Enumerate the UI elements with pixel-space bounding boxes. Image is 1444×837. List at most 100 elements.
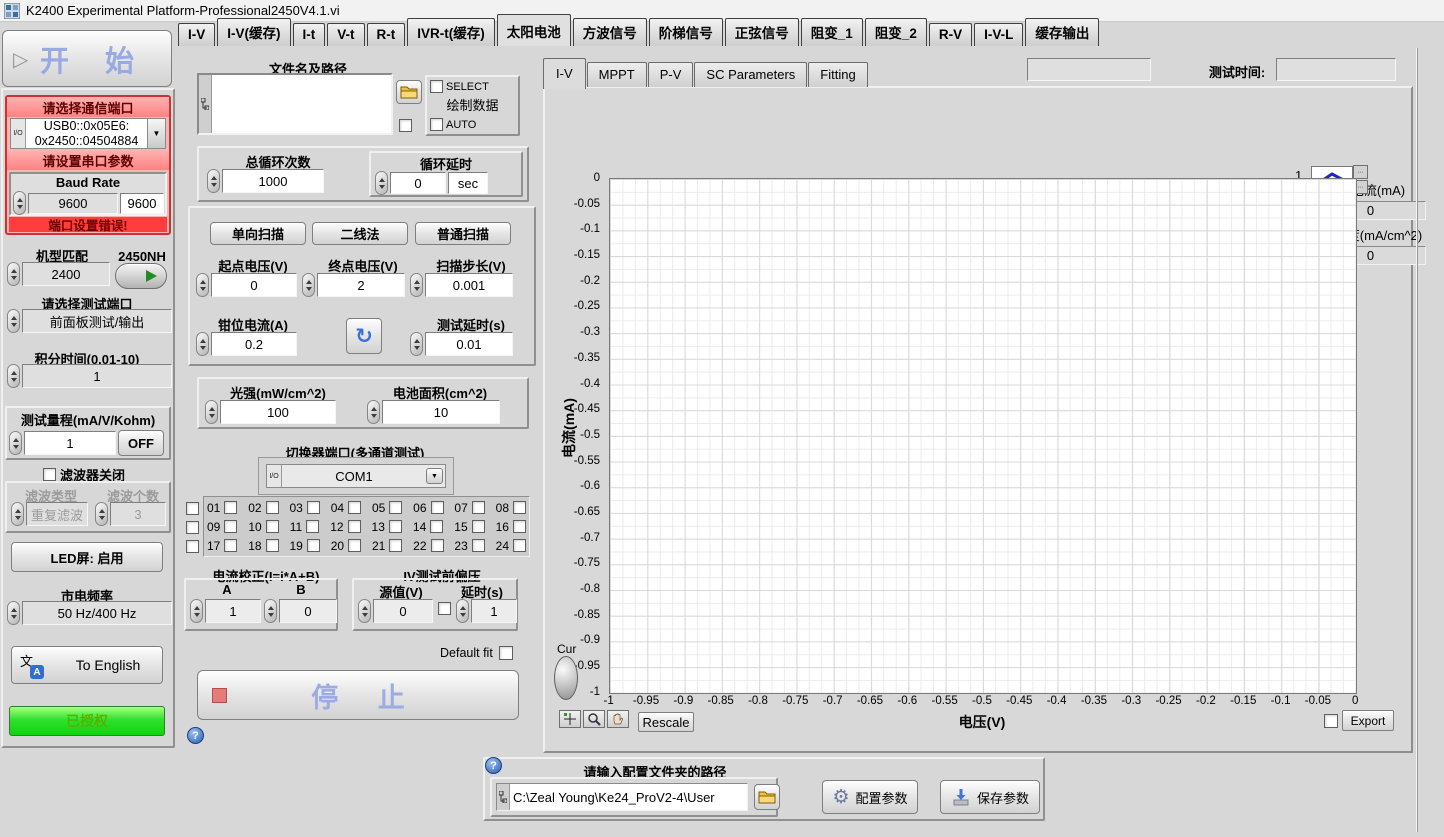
channel-checkbox[interactable] xyxy=(307,539,320,552)
channel-checkbox[interactable] xyxy=(307,501,320,514)
channel-checkbox[interactable] xyxy=(431,539,444,552)
main-tab[interactable]: 方波信号 xyxy=(573,18,647,46)
file-option-checkbox[interactable] xyxy=(399,119,412,132)
pan-tool-icon[interactable] xyxy=(607,710,629,728)
corr-b-spinner[interactable] xyxy=(264,599,277,623)
corr-a-value[interactable]: 1 xyxy=(205,599,261,623)
switcher-port-dropdown[interactable]: I/O COM1 ▼ xyxy=(266,464,446,488)
range-off-button[interactable]: OFF xyxy=(118,430,164,456)
plot-area[interactable] xyxy=(609,178,1357,694)
test-port-spinner[interactable] xyxy=(7,309,20,333)
channel-checkbox[interactable] xyxy=(431,501,444,514)
file-browse-button[interactable] xyxy=(396,80,422,104)
channel-checkbox[interactable] xyxy=(513,501,526,514)
integration-value[interactable]: 1 xyxy=(22,364,172,388)
main-tab[interactable]: I-t xyxy=(293,23,326,46)
zoom-tool-icon[interactable] xyxy=(583,710,605,728)
visa-resource-dropdown[interactable]: I/O USB0::0x05E6: 0x2450::04504884 ▼ xyxy=(10,118,166,149)
corr-a-spinner[interactable] xyxy=(190,599,203,623)
loop-count-value[interactable]: 1000 xyxy=(222,169,324,193)
channel-checkbox[interactable] xyxy=(224,501,237,514)
channel-row2-checkbox[interactable] xyxy=(186,521,199,534)
bias-source-value[interactable]: 0 xyxy=(373,599,433,623)
end-voltage-spinner[interactable] xyxy=(302,273,315,297)
stop-button[interactable]: 停 止 xyxy=(197,670,519,720)
help-icon[interactable]: ? xyxy=(187,727,204,744)
channel-checkbox[interactable] xyxy=(513,539,526,552)
config-path-browse-button[interactable] xyxy=(754,784,780,810)
refresh-button[interactable]: ↻ xyxy=(346,318,382,354)
loop-delay-spinner[interactable] xyxy=(375,171,388,195)
clamp-current-spinner[interactable] xyxy=(196,332,209,356)
translate-button[interactable]: 文 A To English xyxy=(11,646,163,684)
footer-help-icon[interactable]: ? xyxy=(485,757,502,774)
scan-unidirectional-button[interactable]: 单向扫描 xyxy=(210,222,306,245)
main-tab[interactable]: R-t xyxy=(367,23,406,46)
channel-checkbox[interactable] xyxy=(472,501,485,514)
channel-checkbox[interactable] xyxy=(266,520,279,533)
channel-checkbox[interactable] xyxy=(389,520,402,533)
draw-data-button[interactable]: 绘制数据 xyxy=(427,95,518,114)
test-delay-value[interactable]: 0.01 xyxy=(425,332,513,356)
cell-area-value[interactable]: 10 xyxy=(382,400,500,424)
channel-checkbox[interactable] xyxy=(472,539,485,552)
loop-delay-value[interactable]: 0 xyxy=(390,172,446,194)
step-value[interactable]: 0.001 xyxy=(425,273,513,297)
main-tab[interactable]: R-V xyxy=(929,23,972,46)
default-fit-checkbox[interactable] xyxy=(499,646,513,660)
results-tab[interactable]: P-V xyxy=(648,62,694,87)
integration-spinner[interactable] xyxy=(7,364,20,388)
save-params-button[interactable]: 保存参数 xyxy=(940,780,1040,814)
channel-row3-checkbox[interactable] xyxy=(186,540,199,553)
start-button[interactable]: ▷ 开 始 xyxy=(2,30,172,87)
test-delay-spinner[interactable] xyxy=(410,332,423,356)
channel-checkbox[interactable] xyxy=(348,520,361,533)
clamp-current-value[interactable]: 0.2 xyxy=(211,332,297,356)
main-tab[interactable]: 阻变_2 xyxy=(865,18,927,46)
file-path-input[interactable] xyxy=(197,73,393,135)
loop-count-spinner[interactable] xyxy=(207,169,220,193)
channel-checkbox[interactable] xyxy=(224,520,237,533)
bias-delay-value[interactable]: 1 xyxy=(471,599,517,623)
config-path-input[interactable]: C:\Zeal Young\Ke24_ProV2-4\User xyxy=(496,783,748,811)
main-tab[interactable]: 太阳电池 xyxy=(497,14,571,46)
results-tab[interactable]: MPPT xyxy=(587,62,647,87)
range-spinner[interactable] xyxy=(9,431,22,455)
light-intensity-value[interactable]: 100 xyxy=(220,400,336,424)
results-tab[interactable]: SC Parameters xyxy=(694,62,807,87)
range-value[interactable]: 1 xyxy=(24,431,116,455)
main-tab[interactable]: I-V xyxy=(178,23,215,46)
end-voltage-value[interactable]: 2 xyxy=(317,273,405,297)
dropdown-arrow-icon[interactable]: ▼ xyxy=(147,119,165,148)
channel-checkbox[interactable] xyxy=(348,501,361,514)
main-tab[interactable]: 阻变_1 xyxy=(801,18,863,46)
step-spinner[interactable] xyxy=(410,273,423,297)
channel-checkbox[interactable] xyxy=(513,520,526,533)
scan-normal-button[interactable]: 普通扫描 xyxy=(415,222,511,245)
cursor-tool-icon[interactable] xyxy=(559,710,581,728)
channel-checkbox[interactable] xyxy=(348,539,361,552)
cursor-knob[interactable] xyxy=(554,656,578,700)
channel-checkbox[interactable] xyxy=(389,501,402,514)
main-tab[interactable]: 正弦信号 xyxy=(725,18,799,46)
model-match-value[interactable]: 2400 xyxy=(22,262,110,286)
main-tab[interactable]: IVR-t(缓存) xyxy=(407,18,495,46)
config-params-button[interactable]: ⚙ 配置参数 xyxy=(822,780,918,814)
results-tab[interactable]: I-V xyxy=(543,58,586,89)
model-spinner[interactable] xyxy=(7,262,20,286)
light-intensity-spinner[interactable] xyxy=(205,400,218,424)
results-tab[interactable]: Fitting xyxy=(808,62,867,87)
model-toggle-button[interactable] xyxy=(115,263,167,289)
channel-checkbox[interactable] xyxy=(472,520,485,533)
channel-checkbox[interactable] xyxy=(306,520,319,533)
main-tab[interactable]: I-V-L xyxy=(974,23,1023,46)
test-port-value[interactable]: 前面板测试/输出 xyxy=(22,309,172,333)
channel-row1-checkbox[interactable] xyxy=(186,502,199,515)
bias-source-spinner[interactable] xyxy=(358,599,371,623)
baud-spinner[interactable] xyxy=(13,191,26,215)
main-tab[interactable]: 阶梯信号 xyxy=(649,18,723,46)
bias-delay-spinner[interactable] xyxy=(456,599,469,623)
channel-checkbox[interactable] xyxy=(224,539,237,552)
filter-off-checkbox[interactable] xyxy=(43,468,56,481)
led-button[interactable]: LED屏: 启用 xyxy=(11,542,163,572)
